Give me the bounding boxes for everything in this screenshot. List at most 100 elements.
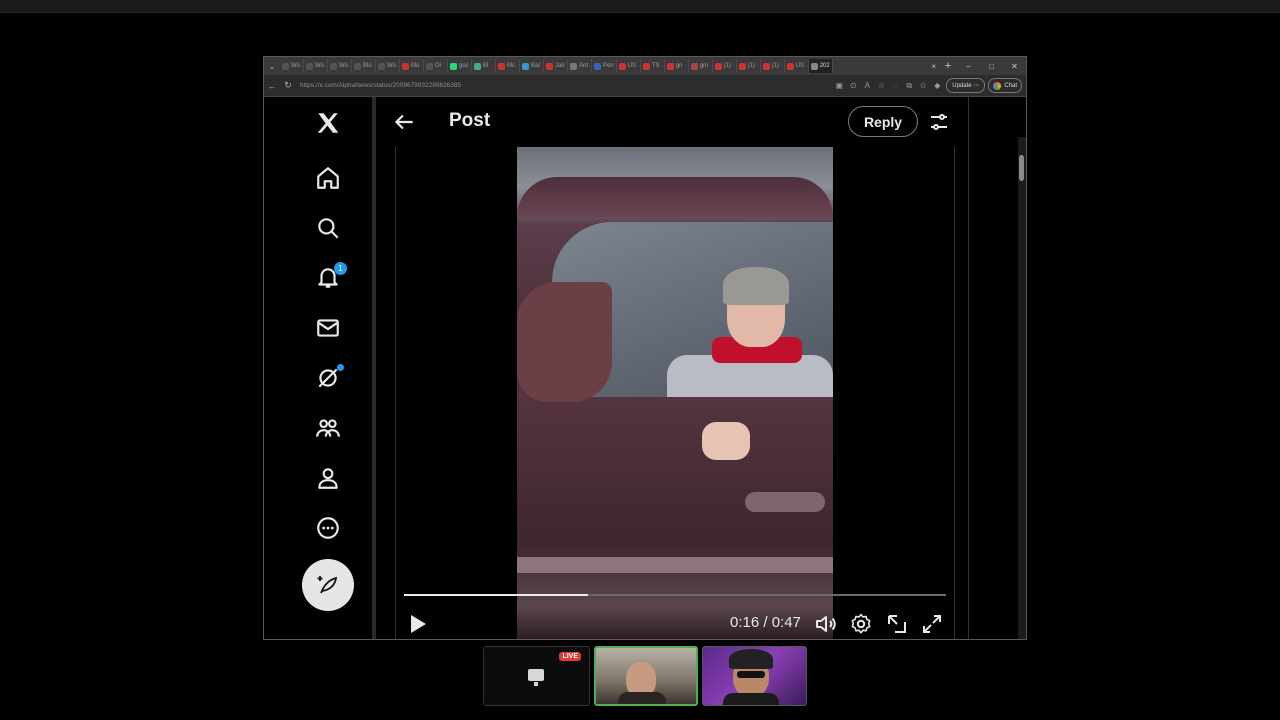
tab-strip: Wo Wo Wo Blo Wo Mo Oi goc Bl Mc Bar Jan Ant Pen US TS gn… <box>280 57 928 75</box>
screenshot-icon[interactable]: ▣ <box>834 81 844 91</box>
maximize-button[interactable]: □ <box>980 62 1003 71</box>
update-button[interactable]: Update ⋯ <box>946 78 986 93</box>
browser-tab[interactable]: Ant <box>568 59 592 73</box>
chat-label: Chat <box>1004 82 1017 89</box>
new-tab-button[interactable]: + <box>939 60 957 72</box>
browser-tab[interactable]: goc <box>448 59 472 73</box>
zoom-icon[interactable]: ⊙ <box>848 81 858 91</box>
video-player[interactable]: 0:16 / 0:47 <box>395 147 955 639</box>
car-door <box>517 397 833 639</box>
tab-label: (1) <box>747 63 756 69</box>
browser-tab[interactable]: Wo <box>328 59 352 73</box>
favorite-icon[interactable]: ☆ <box>876 81 886 91</box>
side-mirror <box>517 282 612 402</box>
video-progress-bar[interactable] <box>404 594 946 596</box>
favorites-bar-icon[interactable]: ✩ <box>918 81 928 91</box>
fullscreen-icon[interactable] <box>920 612 944 636</box>
browser-tab[interactable]: Mc <box>496 59 520 73</box>
participant-video-2[interactable] <box>702 646 807 706</box>
minimize-button[interactable]: – <box>957 62 980 71</box>
tab-favicon-icon <box>474 62 481 70</box>
tab-bar: ⌄ Wo Wo Wo Blo Wo Mo Oi goc Bl Mc Bar Jan Ant Pen US TS… <box>264 57 1026 75</box>
browser-tab[interactable]: Bar <box>520 59 544 73</box>
close-window-button[interactable]: ✕ <box>1003 62 1026 71</box>
browser-tab[interactable]: (1) <box>737 59 761 73</box>
browser-tab[interactable]: Oi <box>424 59 448 73</box>
back-nav-icon[interactable]: ← <box>264 81 280 91</box>
browser-tab[interactable]: TS <box>641 59 665 73</box>
browser-tab[interactable]: Wo <box>304 59 328 73</box>
tab-label: Bl <box>483 63 489 69</box>
sidebar-scrollbar[interactable] <box>372 97 376 639</box>
reload-icon[interactable]: ↻ <box>280 80 296 91</box>
copilot-chat-button[interactable]: Chat <box>988 78 1022 93</box>
page-scrollbar[interactable] <box>1018 137 1026 639</box>
tab-label: Wo <box>387 63 396 69</box>
browser-tab[interactable]: (1) <box>713 59 737 73</box>
refresh-extension-icon[interactable]: ◌ <box>890 81 900 91</box>
browser-tab[interactable]: gm <box>689 59 713 73</box>
monitor-icon <box>528 669 544 681</box>
compose-post-button[interactable] <box>302 559 354 611</box>
more-icon[interactable] <box>302 508 354 548</box>
sliders-icon[interactable] <box>927 110 951 134</box>
tab-label: gm <box>699 63 709 69</box>
tab-label: Jan <box>555 63 565 69</box>
page-title: Post <box>449 110 491 131</box>
browser-tab[interactable]: gn <box>665 59 689 73</box>
communities-icon[interactable] <box>302 408 354 448</box>
profile-icon[interactable] <box>302 458 354 498</box>
tab-label: US <box>795 63 805 69</box>
video-time: 0:16 / 0:47 <box>730 614 801 631</box>
tab-favicon-icon <box>522 62 529 70</box>
browser-tab[interactable]: (1) <box>761 59 785 73</box>
play-icon[interactable] <box>408 613 428 635</box>
browser-tab[interactable]: Wo <box>280 59 304 73</box>
messages-icon[interactable] <box>302 308 354 348</box>
tab-label: Bar <box>531 63 541 69</box>
tab-label: gn <box>675 63 683 69</box>
settings-gear-icon[interactable] <box>849 612 873 636</box>
browser-tab[interactable]: 202 <box>808 59 833 73</box>
picture-in-picture-icon[interactable] <box>885 612 909 636</box>
grok-icon[interactable] <box>302 358 354 398</box>
sidebar-nav: 1 <box>302 97 354 639</box>
tab-favicon-icon <box>330 62 337 70</box>
close-tab-icon[interactable]: × <box>928 62 939 71</box>
page-scrollbar-thumb[interactable] <box>1019 155 1024 181</box>
profile-extension-icon[interactable]: ◆ <box>932 81 942 91</box>
volume-icon[interactable] <box>814 612 838 636</box>
tab-label: Oi <box>435 63 441 69</box>
home-icon[interactable] <box>302 158 354 198</box>
extension-icon[interactable]: ⧉ <box>904 81 914 91</box>
notifications-icon[interactable]: 1 <box>302 258 354 298</box>
tab-favicon-icon <box>378 62 385 70</box>
tab-list-chevron-icon[interactable]: ⌄ <box>264 57 280 75</box>
copilot-icon <box>993 81 1002 90</box>
browser-tab[interactable]: Mo <box>400 59 424 73</box>
tab-label: goc <box>459 63 469 69</box>
browser-tab[interactable]: Pen <box>592 59 617 73</box>
url-field[interactable]: https://x.com/AlphaNews/status/200967993… <box>300 79 834 93</box>
browser-tab[interactable]: US <box>785 59 809 73</box>
participant-video-1[interactable] <box>594 646 698 706</box>
update-label: Update <box>952 82 972 89</box>
tab-favicon-icon <box>426 62 433 70</box>
search-icon[interactable] <box>302 208 354 248</box>
browser-tab[interactable]: US <box>617 59 641 73</box>
video-frame[interactable] <box>517 147 833 639</box>
grok-dot-badge <box>337 364 344 371</box>
tab-label: Wo <box>315 63 324 69</box>
reply-button[interactable]: Reply <box>848 106 918 137</box>
tab-favicon-icon <box>618 62 626 70</box>
x-logo-icon[interactable] <box>302 103 354 143</box>
tab-favicon-icon <box>306 62 313 70</box>
browser-tab[interactable]: Bl <box>472 59 496 73</box>
tab-label: (1) <box>723 63 732 69</box>
screen-share-thumbnail[interactable]: LIVE <box>483 646 590 706</box>
back-arrow-icon[interactable] <box>391 109 417 135</box>
browser-tab[interactable]: Wo <box>376 59 400 73</box>
browser-tab[interactable]: Blo <box>352 59 376 73</box>
read-aloud-icon[interactable]: A <box>862 81 872 91</box>
browser-tab[interactable]: Jan <box>544 59 568 73</box>
